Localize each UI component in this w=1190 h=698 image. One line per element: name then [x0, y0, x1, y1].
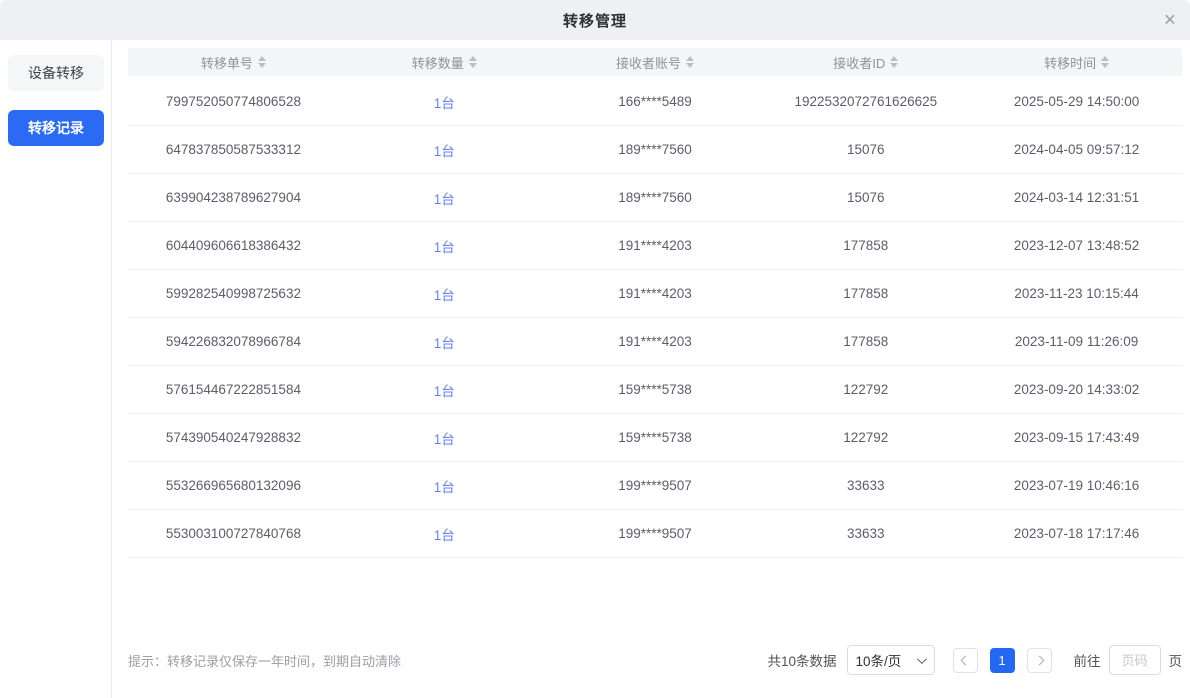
goto-label: 前往 — [1074, 650, 1101, 670]
column-header-transfer-time[interactable]: 转移时间 — [971, 53, 1182, 72]
cell-order-id: 639904238789627904 — [128, 190, 339, 205]
column-header-quantity[interactable]: 转移数量 — [339, 53, 550, 72]
cell-receiver-id: 15076 — [760, 190, 971, 205]
table-row: 799752050774806528 1台 166****5489 192253… — [128, 78, 1182, 126]
table-body: 799752050774806528 1台 166****5489 192253… — [128, 78, 1182, 558]
goto-page-input[interactable] — [1109, 645, 1161, 675]
page-size-value: 10条/页 — [856, 650, 902, 670]
cell-order-id: 599282540998725632 — [128, 286, 339, 301]
cell-transfer-time: 2024-03-14 12:31:51 — [971, 190, 1182, 205]
cell-transfer-time: 2023-09-20 14:33:02 — [971, 382, 1182, 397]
cell-order-id: 553266965680132096 — [128, 478, 339, 493]
cell-transfer-time: 2023-11-09 11:26:09 — [971, 334, 1182, 349]
next-page-button[interactable] — [1027, 648, 1052, 673]
sort-icon[interactable] — [258, 56, 266, 68]
cell-receiver-id: 122792 — [760, 430, 971, 445]
cell-receiver-id: 33633 — [760, 526, 971, 541]
cell-quantity-link[interactable]: 1台 — [339, 332, 550, 352]
cell-transfer-time: 2023-12-07 13:48:52 — [971, 238, 1182, 253]
cell-receiver-id: 122792 — [760, 382, 971, 397]
table-row: 574390540247928832 1台 159****5738 122792… — [128, 414, 1182, 462]
cell-receiver-account: 159****5738 — [550, 382, 761, 397]
sort-icon[interactable] — [469, 56, 477, 68]
chevron-left-icon — [960, 655, 970, 665]
cell-receiver-account: 159****5738 — [550, 430, 761, 445]
cell-order-id: 799752050774806528 — [128, 94, 339, 109]
cell-transfer-time: 2024-04-05 09:57:12 — [971, 142, 1182, 157]
cell-quantity-link[interactable]: 1台 — [339, 92, 550, 112]
cell-quantity-link[interactable]: 1台 — [339, 476, 550, 496]
cell-transfer-time: 2023-11-23 10:15:44 — [971, 286, 1182, 301]
total-count-label: 共10条数据 — [767, 650, 836, 670]
page-size-select[interactable]: 10条/页 — [847, 645, 935, 675]
page-number-button[interactable]: 1 — [990, 648, 1015, 673]
cell-receiver-id: 177858 — [760, 334, 971, 349]
cell-receiver-account: 199****9507 — [550, 526, 761, 541]
table-row: 604409606618386432 1台 191****4203 177858… — [128, 222, 1182, 270]
column-header-receiver-account[interactable]: 接收者账号 — [550, 53, 761, 72]
sidebar: 设备转移 转移记录 — [0, 40, 112, 698]
table-row: 576154467222851584 1台 159****5738 122792… — [128, 366, 1182, 414]
cell-receiver-id: 1922532072761626625 — [760, 94, 971, 109]
chevron-right-icon — [1034, 655, 1044, 665]
cell-quantity-link[interactable]: 1台 — [339, 236, 550, 256]
cell-quantity-link[interactable]: 1台 — [339, 380, 550, 400]
cell-receiver-account: 189****7560 — [550, 142, 761, 157]
cell-transfer-time: 2023-07-19 10:46:16 — [971, 478, 1182, 493]
table-row: 553003100727840768 1台 199****9507 33633 … — [128, 510, 1182, 558]
sort-icon[interactable] — [890, 56, 898, 68]
table-row: 553266965680132096 1台 199****9507 33633 … — [128, 462, 1182, 510]
cell-transfer-time: 2023-07-18 17:17:46 — [971, 526, 1182, 541]
page-title: 转移管理 — [563, 10, 627, 31]
pagination: 共10条数据 10条/页 1 前往 页 — [767, 645, 1182, 675]
cell-receiver-id: 33633 — [760, 478, 971, 493]
sort-icon[interactable] — [686, 56, 694, 68]
table-header: 转移单号 转移数量 接收者账号 接收者ID 转移时间 — [128, 48, 1182, 76]
retention-hint: 提示：转移记录仅保存一年时间，到期自动清除 — [128, 651, 401, 670]
cell-order-id: 576154467222851584 — [128, 382, 339, 397]
cell-quantity-link[interactable]: 1台 — [339, 140, 550, 160]
cell-quantity-link[interactable]: 1台 — [339, 284, 550, 304]
cell-receiver-id: 15076 — [760, 142, 971, 157]
cell-receiver-account: 191****4203 — [550, 286, 761, 301]
cell-receiver-account: 191****4203 — [550, 238, 761, 253]
sidebar-item-transfer-records[interactable]: 转移记录 — [8, 110, 104, 146]
chevron-down-icon — [916, 654, 926, 664]
table-row: 594226832078966784 1台 191****4203 177858… — [128, 318, 1182, 366]
cell-receiver-account: 199****9507 — [550, 478, 761, 493]
close-icon[interactable]: × — [1164, 10, 1176, 31]
prev-page-button[interactable] — [953, 648, 978, 673]
cell-receiver-account: 189****7560 — [550, 190, 761, 205]
table-row: 647837850587533312 1台 189****7560 15076 … — [128, 126, 1182, 174]
page-unit-label: 页 — [1169, 650, 1183, 670]
dialog-titlebar: 转移管理 × — [0, 0, 1190, 40]
cell-order-id: 647837850587533312 — [128, 142, 339, 157]
dialog-body: 设备转移 转移记录 转移单号 转移数量 接收者账号 接收者ID 转移时间 — [0, 40, 1190, 698]
footer: 提示：转移记录仅保存一年时间，到期自动清除 共10条数据 10条/页 1 前往 … — [128, 640, 1182, 680]
cell-order-id: 553003100727840768 — [128, 526, 339, 541]
cell-transfer-time: 2023-09-15 17:43:49 — [971, 430, 1182, 445]
cell-quantity-link[interactable]: 1台 — [339, 188, 550, 208]
table-row: 639904238789627904 1台 189****7560 15076 … — [128, 174, 1182, 222]
cell-receiver-account: 166****5489 — [550, 94, 761, 109]
column-header-receiver-id[interactable]: 接收者ID — [760, 53, 971, 72]
column-header-order-id[interactable]: 转移单号 — [128, 53, 339, 72]
cell-order-id: 594226832078966784 — [128, 334, 339, 349]
sort-icon[interactable] — [1101, 56, 1109, 68]
main-content: 转移单号 转移数量 接收者账号 接收者ID 转移时间 7997520 — [112, 40, 1190, 698]
cell-order-id: 574390540247928832 — [128, 430, 339, 445]
cell-order-id: 604409606618386432 — [128, 238, 339, 253]
cell-transfer-time: 2025-05-29 14:50:00 — [971, 94, 1182, 109]
cell-receiver-id: 177858 — [760, 286, 971, 301]
sidebar-item-device-transfer[interactable]: 设备转移 — [8, 55, 104, 91]
cell-receiver-id: 177858 — [760, 238, 971, 253]
table-row: 599282540998725632 1台 191****4203 177858… — [128, 270, 1182, 318]
cell-quantity-link[interactable]: 1台 — [339, 428, 550, 448]
cell-quantity-link[interactable]: 1台 — [339, 524, 550, 544]
cell-receiver-account: 191****4203 — [550, 334, 761, 349]
